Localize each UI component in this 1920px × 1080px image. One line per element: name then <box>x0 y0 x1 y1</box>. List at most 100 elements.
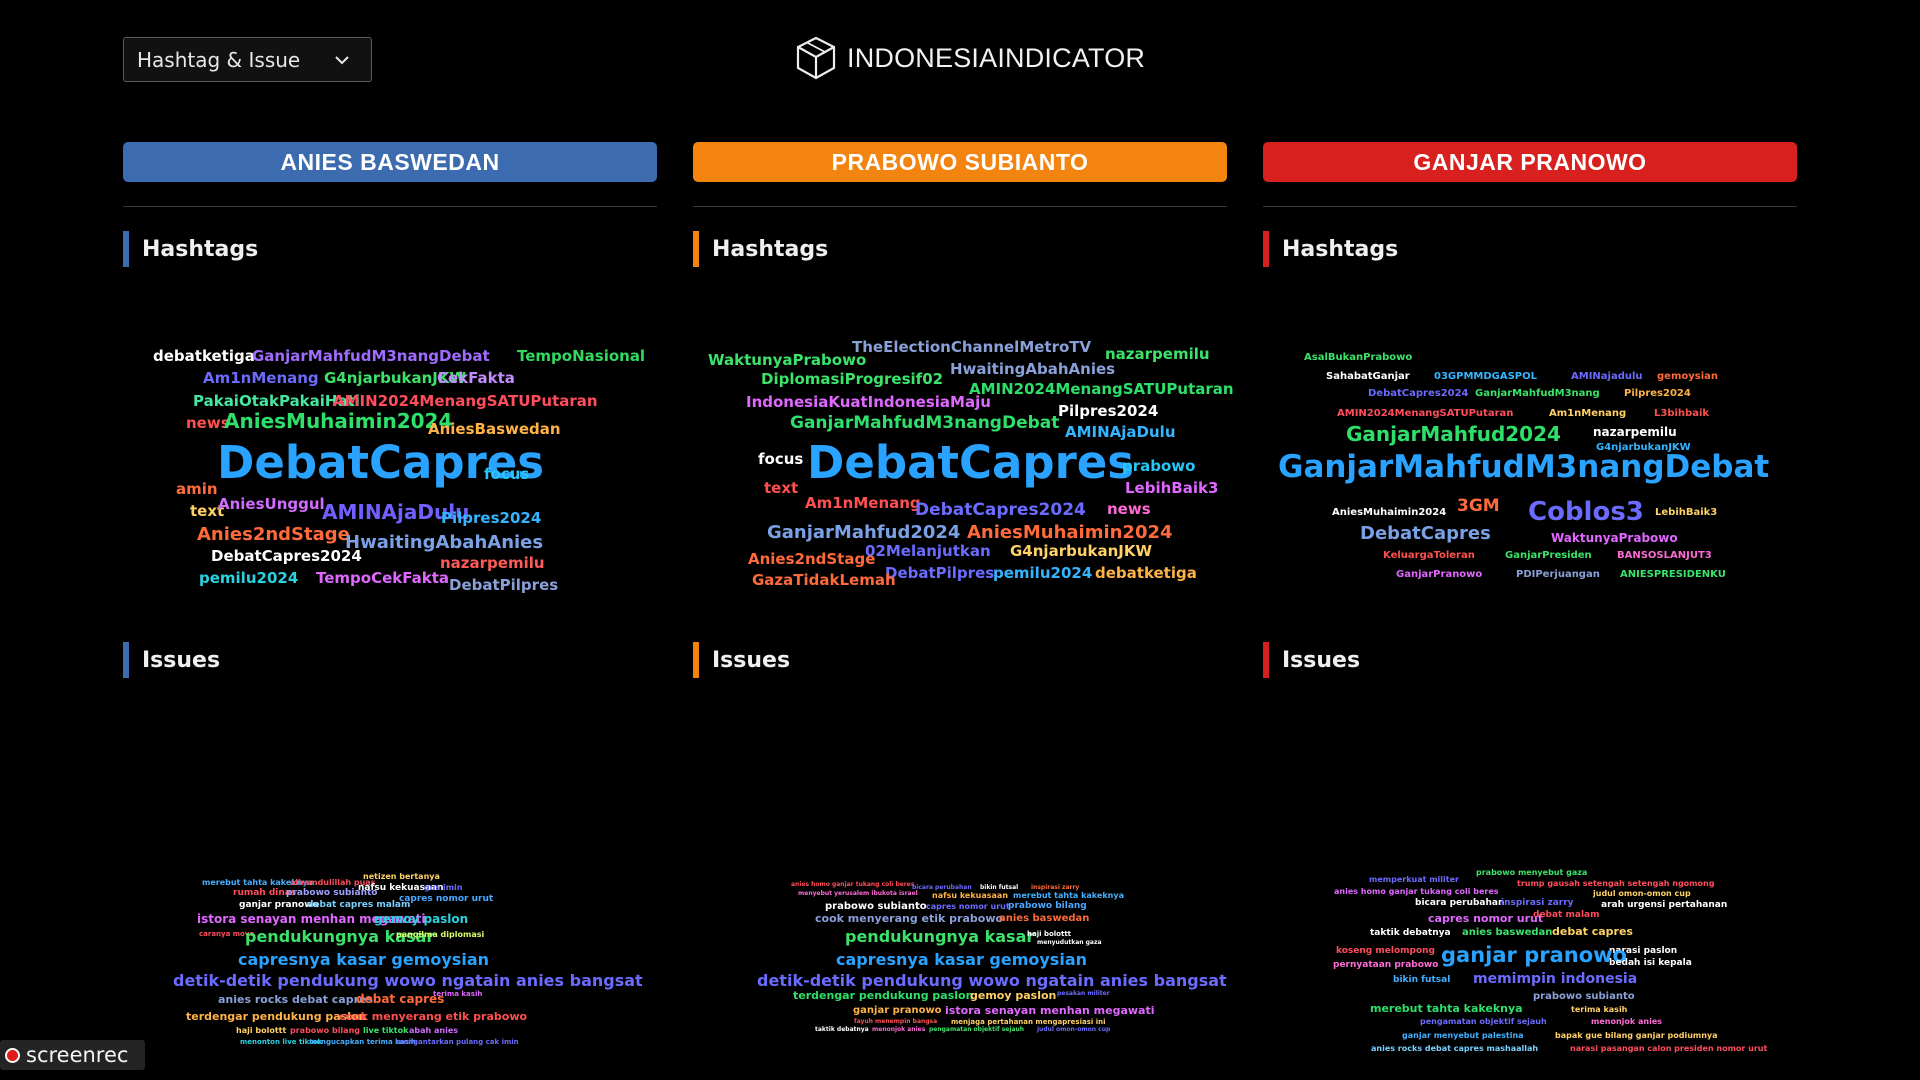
issue-word[interactable]: haji bolottt <box>236 1027 286 1035</box>
issue-word[interactable]: cook menyerang etik prabowo <box>339 1011 527 1022</box>
issue-word[interactable]: pendukungnya kasar <box>845 929 1034 945</box>
issue-word[interactable]: prabowo subianto <box>1533 992 1635 1002</box>
hashtag-word[interactable]: LebihBaik3 <box>1655 508 1717 518</box>
hashtag-word[interactable]: Pilpres2024 <box>441 511 541 526</box>
issue-word[interactable]: anies rocks debat capres <box>218 994 373 1005</box>
issue-word[interactable]: bicara perubahan <box>1415 899 1504 908</box>
issue-word[interactable]: debat malam <box>1533 911 1600 920</box>
hashtag-word[interactable]: AMIN2024MenangSATUPutaran <box>333 394 598 409</box>
hashtag-word[interactable]: DebatCapres2024 <box>915 502 1086 519</box>
issue-word[interactable]: anies rocks debat capres mashaallah <box>1371 1045 1538 1053</box>
hashtag-word[interactable]: debatketiga <box>1095 566 1197 581</box>
issue-word[interactable]: taktik debatnya <box>815 1027 869 1033</box>
hashtag-word[interactable]: AniesMuhaimin2024 <box>967 524 1173 542</box>
issue-word[interactable]: taktik debatnya <box>1370 929 1451 938</box>
hashtag-word[interactable]: GanjarPranowo <box>1396 570 1482 580</box>
hashtag-word[interactable]: amin <box>176 482 218 497</box>
category-dropdown[interactable]: Hashtag & Issue <box>123 37 372 82</box>
hashtag-word[interactable]: TempoNasional <box>517 349 645 364</box>
hashtag-word[interactable]: HwaitingAbahAnies <box>950 362 1115 377</box>
hashtag-word[interactable]: debatketiga <box>153 349 255 364</box>
issue-word[interactable]: capresnya kasar gemoysian <box>836 952 1087 968</box>
hashtag-word[interactable]: TheElectionChannelMetroTV <box>852 340 1091 355</box>
hashtag-word[interactable]: GanjarMahfudM3nangDebat <box>252 349 490 364</box>
hashtag-word[interactable]: GanjarMahfud2024 <box>767 524 960 542</box>
hashtag-word[interactable]: AMIN2024MenangSATUPutaran <box>969 382 1234 397</box>
issue-word[interactable]: trump gausah setengah setengah ngomong <box>1517 880 1714 888</box>
issue-word[interactable]: netizen bertanya <box>363 873 440 881</box>
hashtag-word[interactable]: GanjarMahfudM3nangDebat <box>790 415 1059 432</box>
hashtag-word[interactable]: GanjarMahfudM3nang <box>1475 389 1600 399</box>
hashtag-word[interactable]: G4njarbukanJKW <box>1010 544 1152 559</box>
hashtag-word[interactable]: DebatPilpres <box>449 578 558 593</box>
issue-word[interactable]: merebut tahta kakeknya <box>1013 892 1124 900</box>
issue-word[interactable]: menjaga pertahanan mengapresiasi ini <box>951 1019 1105 1026</box>
issue-word[interactable]: debat capres malam <box>307 901 410 910</box>
issue-word[interactable]: pengamatan objektif sejauh <box>1420 1018 1547 1026</box>
hashtag-word[interactable]: 03GPMMDGASPOL <box>1434 372 1537 382</box>
hashtag-word[interactable]: GanjarMahfudM3nangDebat <box>1278 452 1769 483</box>
issue-word[interactable]: debat capres <box>356 993 444 1005</box>
hashtag-word[interactable]: pemilu2024 <box>199 571 298 586</box>
issue-word[interactable]: terima kasih <box>1571 1006 1627 1014</box>
hashtag-word[interactable]: CekFakta <box>437 371 515 386</box>
issue-word[interactable]: bapak gue bilang ganjar podiumnya <box>1555 1032 1718 1040</box>
issue-word[interactable]: prabowo bilang <box>290 1027 360 1035</box>
issue-word[interactable]: anies homo ganjar tukang coli beres <box>1334 888 1499 896</box>
issue-word[interactable]: cook menyerang etik prabowo <box>815 913 1003 924</box>
issue-word[interactable]: gemoy paslon <box>374 913 468 925</box>
issue-word[interactable]: anies baswedan <box>999 914 1089 924</box>
issue-word[interactable]: menonjok anies <box>1591 1018 1662 1026</box>
issue-word[interactable]: pernyataan prabowo <box>1333 961 1438 970</box>
issue-word[interactable]: mengantarkan pulang cak imin <box>396 1039 519 1046</box>
hashtag-word[interactable]: nazarpemilu <box>1105 347 1210 362</box>
issue-word[interactable]: detik-detik pendukung wowo ngatain anies… <box>757 973 1227 989</box>
issue-word[interactable]: judul omon-omon cup <box>1593 890 1691 898</box>
issue-word[interactable]: prabowo subianto <box>825 902 927 912</box>
hashtag-word[interactable]: Am1nMenang <box>805 496 921 511</box>
issue-word[interactable]: menonjok anies <box>872 1027 925 1033</box>
hashtag-word[interactable]: gemoysian <box>1657 372 1718 382</box>
issue-word[interactable]: abah anies <box>409 1027 458 1035</box>
hashtag-word[interactable]: TempoCekFakta <box>316 571 449 586</box>
issue-word[interactable]: inspirasi zarry <box>1501 899 1574 908</box>
hashtag-word[interactable]: PDIPerjuangan <box>1516 570 1600 580</box>
hashtag-word[interactable]: Anies2ndStage <box>197 526 350 544</box>
issue-word[interactable]: anies baswedan <box>1462 928 1552 938</box>
hashtag-word[interactable]: 3GM <box>1457 498 1500 515</box>
issue-word[interactable]: memperkuat militer <box>1369 876 1459 884</box>
hashtag-word[interactable]: Coblos3 <box>1528 499 1644 525</box>
issue-word[interactable]: terima kasih <box>433 991 482 998</box>
issue-word[interactable]: capres nomor urut <box>1428 913 1543 924</box>
issue-word[interactable]: detik-detik pendukung wowo ngatain anies… <box>173 973 643 989</box>
hashtag-word[interactable]: L3bihbaik <box>1654 409 1709 419</box>
hashtag-word[interactable]: Am1nMenang <box>1549 409 1626 419</box>
issue-word[interactable]: bikin futsal <box>1393 976 1450 985</box>
issue-word[interactable]: bedah isi kepala <box>1609 959 1692 968</box>
issue-word[interactable]: pesakan militer <box>1057 991 1110 997</box>
issue-word[interactable]: prabowo bilang <box>1008 902 1087 911</box>
hashtag-word[interactable]: DebatCapres <box>807 440 1134 485</box>
issue-word[interactable]: merebut tahta kakeknya <box>1370 1003 1523 1014</box>
issue-word[interactable]: memimpin indonesia <box>1473 972 1637 986</box>
issue-word[interactable]: pengamatan objektif sejauh <box>929 1027 1024 1033</box>
issue-word[interactable]: live tiktok <box>363 1027 408 1035</box>
issue-word[interactable]: ganjar menyebut palestina <box>1402 1032 1524 1040</box>
issue-word[interactable]: capres nomor urut <box>399 895 493 904</box>
issue-word[interactable]: debat capres <box>1552 926 1633 937</box>
issue-word[interactable]: narasi pasangan calon presiden nomor uru… <box>1570 1045 1767 1053</box>
hashtag-word[interactable]: AniesUnggul <box>218 497 325 512</box>
hashtag-word[interactable]: nazarpemilu <box>1593 426 1677 438</box>
hashtag-word[interactable]: DebatCapres2024 <box>1368 389 1469 399</box>
issue-word[interactable]: gemoy paslon <box>970 990 1056 1001</box>
issue-word[interactable]: judul omon-omon cup <box>1037 1027 1110 1033</box>
hashtag-word[interactable]: DiplomasiProgresif02 <box>761 372 943 387</box>
hashtag-word[interactable]: pemilu2024 <box>993 566 1092 581</box>
hashtag-word[interactable]: BANSOSLANJUT3 <box>1617 551 1712 561</box>
hashtag-word[interactable]: AniesBaswedan <box>428 422 561 437</box>
hashtag-word[interactable]: AniesMuhaimin2024 <box>1332 508 1446 518</box>
issue-word[interactable]: fayuh menempin bangsa <box>854 1019 937 1025</box>
hashtag-word[interactable]: Pilpres2024 <box>1058 404 1158 419</box>
issue-word[interactable]: istora senayan menhan megawati <box>945 1005 1155 1016</box>
issue-word[interactable]: haji bolottt <box>1027 931 1071 938</box>
